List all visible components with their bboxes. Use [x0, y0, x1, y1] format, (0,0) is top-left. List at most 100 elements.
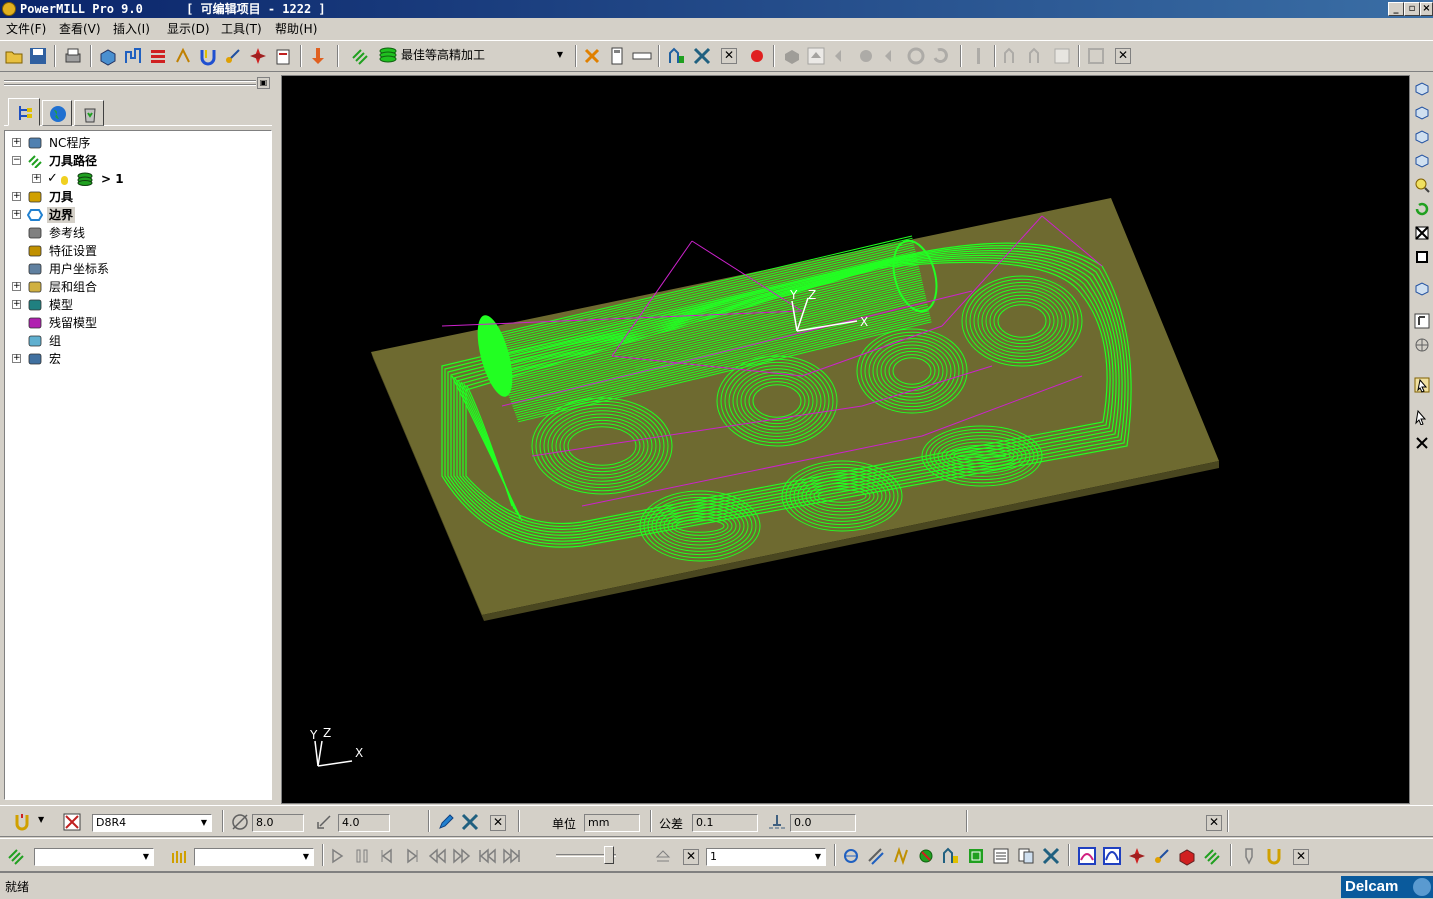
- menu-display[interactable]: 显示(D): [167, 20, 210, 37]
- close-toolbar-icon[interactable]: ✕: [683, 849, 699, 865]
- minimize-button[interactable]: _: [1388, 2, 1404, 16]
- sim-toolpath-select[interactable]: ▼: [34, 848, 154, 866]
- grip-bar[interactable]: [4, 84, 256, 86]
- view-icon[interactable]: [931, 46, 951, 66]
- save-icon[interactable]: [28, 46, 48, 66]
- rewind-icon[interactable]: [427, 846, 447, 866]
- view-icon[interactable]: [906, 46, 926, 66]
- block-icon[interactable]: [98, 46, 118, 66]
- tool-library-icon[interactable]: [62, 812, 82, 832]
- tool-holder-icon[interactable]: [1264, 846, 1284, 866]
- view-icon[interactable]: [881, 46, 901, 66]
- view-icon[interactable]: [856, 46, 876, 66]
- drag-select-icon[interactable]: [1414, 409, 1430, 425]
- close-toolbar-icon[interactable]: ✕: [1293, 849, 1309, 865]
- eject-icon[interactable]: [653, 846, 673, 866]
- step-back-icon[interactable]: [377, 846, 397, 866]
- toolpath-strategy-icon[interactable]: [1202, 846, 1222, 866]
- shade-icon[interactable]: [1414, 249, 1430, 265]
- shaded-view-icon[interactable]: [782, 46, 802, 66]
- calculator-icon[interactable]: [607, 46, 627, 66]
- calculate-icon[interactable]: [582, 46, 602, 66]
- tab-explorer[interactable]: [8, 98, 40, 126]
- close-toolbar-icon[interactable]: ✕: [1206, 815, 1222, 831]
- tree-item[interactable]: + 刀具: [5, 189, 269, 205]
- fast-forward-icon[interactable]: [452, 846, 472, 866]
- tree-item[interactable]: 残留模型: [5, 315, 269, 331]
- close-toolbar-icon[interactable]: ✕: [1115, 48, 1131, 64]
- view-icon[interactable]: [831, 46, 851, 66]
- boundary-edit-icon[interactable]: [1077, 846, 1097, 866]
- restore-button[interactable]: ▫: [1404, 2, 1420, 16]
- open-folder-icon[interactable]: [4, 46, 24, 66]
- end-point-icon[interactable]: [1152, 846, 1172, 866]
- feedrate-icon[interactable]: [148, 46, 168, 66]
- go-to-end-icon[interactable]: [502, 846, 522, 866]
- delete-toolpath-icon[interactable]: [1041, 846, 1061, 866]
- speed-slider-thumb[interactable]: [604, 846, 614, 864]
- pan-icon[interactable]: [1414, 313, 1430, 329]
- view-icon[interactable]: [969, 46, 989, 66]
- axis-control-icon[interactable]: [248, 46, 268, 66]
- units-field[interactable]: mm: [584, 814, 640, 832]
- copy-toolpath-icon[interactable]: [1016, 846, 1036, 866]
- pause-icon[interactable]: [352, 846, 372, 866]
- toolpath-limit-icon[interactable]: [941, 846, 961, 866]
- axis-control-icon[interactable]: [1127, 846, 1147, 866]
- tab-globe[interactable]: [42, 100, 72, 126]
- toolpath-strategy-icon[interactable]: [6, 846, 26, 866]
- tolerance-field[interactable]: 0.1: [692, 814, 758, 832]
- toolpath-reorder-icon[interactable]: [891, 846, 911, 866]
- panel-dock-icon[interactable]: ▣: [257, 77, 270, 89]
- tip-radius-field[interactable]: 4.0: [338, 814, 390, 832]
- step-select[interactable]: 1 ▼: [706, 848, 826, 866]
- view-icon[interactable]: [1052, 46, 1072, 66]
- toolpath-connect-icon[interactable]: [841, 846, 861, 866]
- wireframe-icon[interactable]: [1414, 225, 1430, 241]
- tool-select[interactable]: D8R4 ▼: [92, 814, 212, 832]
- tab-recycle[interactable]: [74, 100, 104, 126]
- close-toolbar-icon[interactable]: [1414, 435, 1430, 451]
- toolpath-split-icon[interactable]: [966, 846, 986, 866]
- tree-item[interactable]: 组: [5, 333, 269, 349]
- sim-tool-select[interactable]: ▼: [194, 848, 314, 866]
- toolpath-strategy-icon[interactable]: [350, 46, 370, 66]
- tree-item[interactable]: + 模型: [5, 297, 269, 313]
- step-forward-icon[interactable]: [402, 846, 422, 866]
- print-icon[interactable]: [63, 46, 83, 66]
- tree-item[interactable]: + 宏: [5, 351, 269, 367]
- tree-item[interactable]: 用户坐标系: [5, 261, 269, 277]
- tool-icon[interactable]: [170, 846, 190, 866]
- stock-model-icon[interactable]: [1177, 846, 1197, 866]
- expand-icon[interactable]: +: [12, 138, 21, 147]
- view-icon[interactable]: [1027, 46, 1047, 66]
- ruler-icon[interactable]: [632, 46, 652, 66]
- tree-item[interactable]: + 边界: [5, 207, 269, 223]
- tree-item[interactable]: − 刀具路径: [5, 153, 269, 169]
- pattern-edit-icon[interactable]: [1102, 846, 1122, 866]
- menu-insert[interactable]: 插入(I): [113, 20, 150, 37]
- close-button[interactable]: ×: [1420, 2, 1433, 16]
- tree-item[interactable]: 参考线: [5, 225, 269, 241]
- strategy-select[interactable]: 最佳等高精加工 ▼: [377, 47, 567, 65]
- view-icon[interactable]: [1086, 46, 1106, 66]
- view-iso-icon[interactable]: [1414, 81, 1430, 97]
- go-to-start-icon[interactable]: [477, 846, 497, 866]
- record-icon[interactable]: [747, 46, 767, 66]
- toolpath-edit-icon[interactable]: [866, 846, 886, 866]
- delete-tool-icon[interactable]: [460, 812, 480, 832]
- menu-tools[interactable]: 工具(T): [221, 20, 262, 37]
- grip-bar[interactable]: [4, 80, 256, 82]
- tree-item[interactable]: 特征设置: [5, 243, 269, 259]
- block-view-icon[interactable]: [1414, 281, 1430, 297]
- view-icon[interactable]: [806, 46, 826, 66]
- start-point-icon[interactable]: [198, 46, 218, 66]
- expand-icon[interactable]: +: [12, 210, 21, 219]
- toolpath-view[interactable]: XY ZXY Z: [282, 76, 1409, 803]
- diameter-field[interactable]: 8.0: [252, 814, 304, 832]
- graphics-viewport[interactable]: XYZXYZ: [281, 75, 1410, 804]
- orbit-icon[interactable]: [1414, 337, 1430, 353]
- expand-icon[interactable]: +: [12, 354, 21, 363]
- view-3d-icon[interactable]: [1414, 153, 1430, 169]
- chevron-down-icon[interactable]: ▼: [139, 849, 153, 865]
